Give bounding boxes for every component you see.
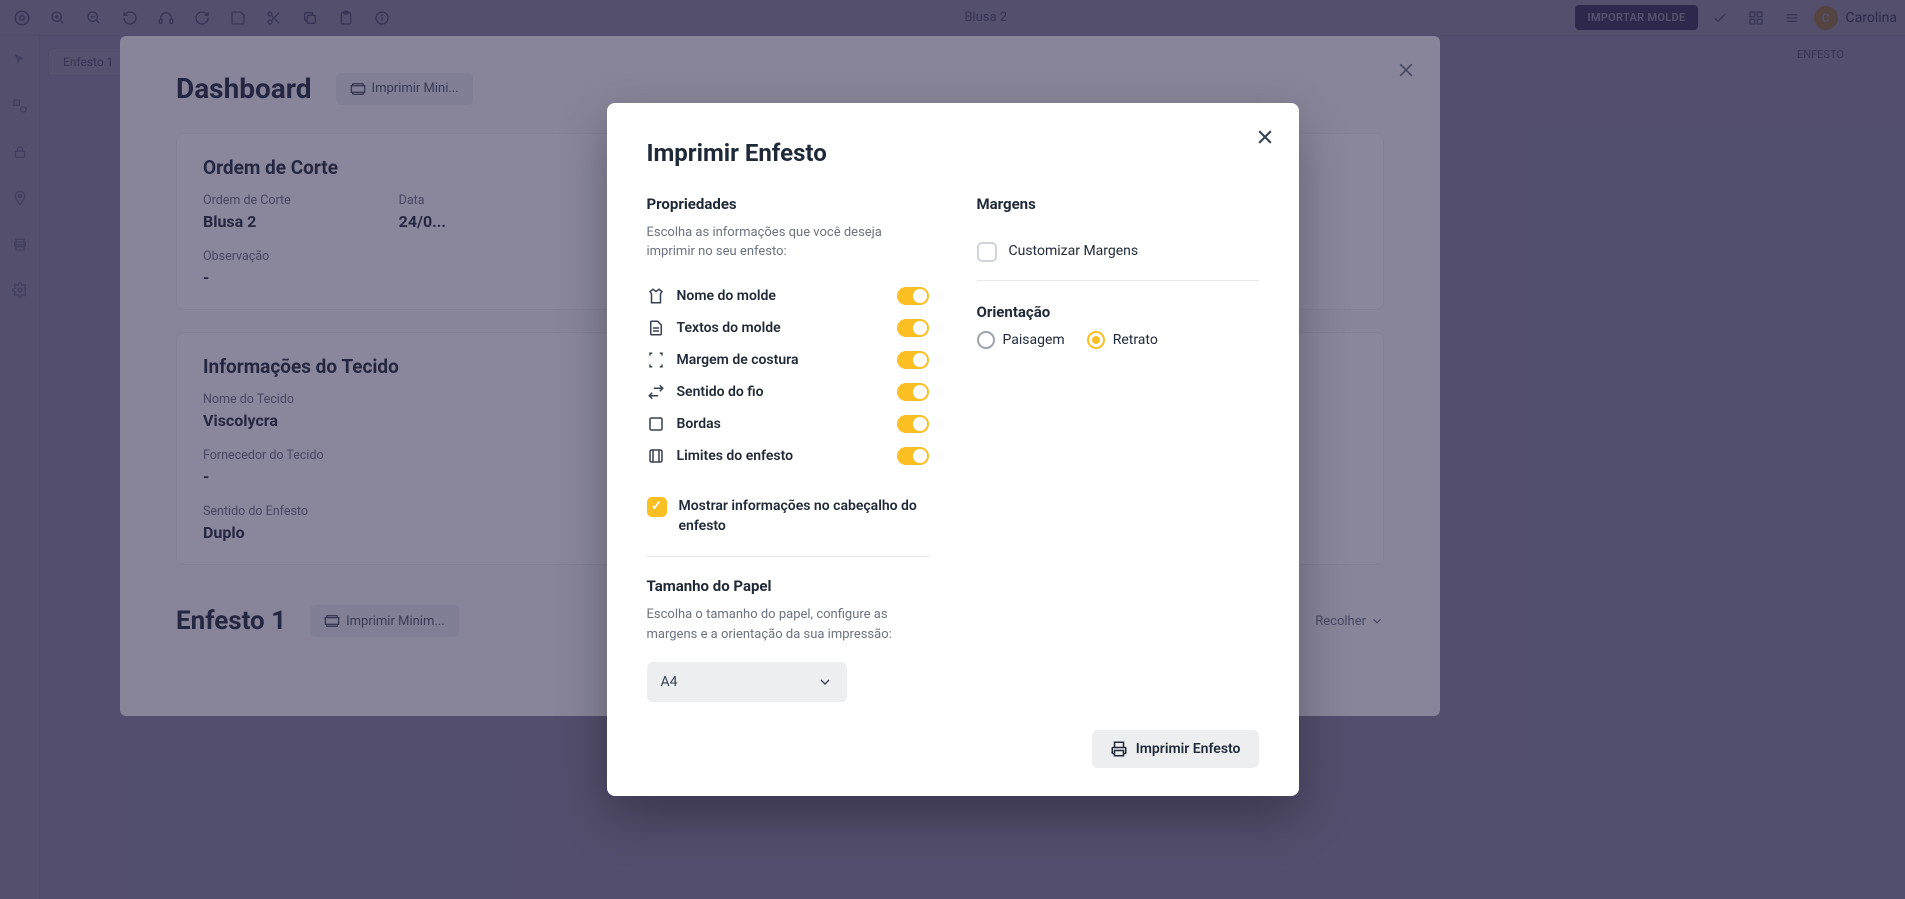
- border-icon: [647, 415, 665, 433]
- radio-retrato[interactable]: Retrato: [1087, 331, 1158, 349]
- prop-margem-costura: Margem de costura: [647, 344, 929, 376]
- propriedades-desc: Escolha as informações que você deseja i…: [647, 223, 929, 262]
- toggle-bordas[interactable]: [897, 415, 929, 433]
- margins-heading: Margens: [977, 195, 1259, 213]
- chevron-down-icon: [817, 674, 833, 690]
- modal-close-button[interactable]: [1251, 123, 1279, 151]
- paper-desc: Escolha o tamanho do papel, configure as…: [647, 605, 929, 644]
- prop-limites-enfesto: Limites do enfesto: [647, 440, 929, 472]
- modal-title: Imprimir Enfesto: [647, 139, 1259, 167]
- toggle-limites-enfesto[interactable]: [897, 447, 929, 465]
- prop-sentido-fio: Sentido do fio: [647, 376, 929, 408]
- limits-icon: [647, 447, 665, 465]
- arrows-icon: [647, 383, 665, 401]
- prop-bordas: Bordas: [647, 408, 929, 440]
- printer-icon: [1110, 740, 1128, 758]
- orient-heading: Orientação: [977, 303, 1259, 321]
- toggle-sentido-fio[interactable]: [897, 383, 929, 401]
- checkbox-custom-margins-label: Customizar Margens: [1009, 242, 1139, 262]
- toggle-nome-molde[interactable]: [897, 287, 929, 305]
- print-enfesto-button[interactable]: Imprimir Enfesto: [1092, 730, 1259, 768]
- toggle-margem-costura[interactable]: [897, 351, 929, 369]
- paper-size-select[interactable]: A4: [647, 662, 847, 702]
- frame-icon: [647, 351, 665, 369]
- prop-nome-molde: Nome do molde: [647, 280, 929, 312]
- propriedades-heading: Propriedades: [647, 195, 929, 213]
- checkbox-header-info[interactable]: [647, 497, 667, 517]
- checkbox-header-label: Mostrar informações no cabeçalho do enfe…: [679, 497, 929, 536]
- prop-textos-molde: Textos do molde: [647, 312, 929, 344]
- paper-heading: Tamanho do Papel: [647, 577, 929, 595]
- radio-paisagem[interactable]: Paisagem: [977, 331, 1065, 349]
- shirt-icon: [647, 287, 665, 305]
- checkbox-custom-margins[interactable]: [977, 242, 997, 262]
- divider: [647, 556, 929, 557]
- print-enfesto-modal: Imprimir Enfesto Propriedades Escolha as…: [607, 103, 1299, 796]
- toggle-textos-molde[interactable]: [897, 319, 929, 337]
- document-icon: [647, 319, 665, 337]
